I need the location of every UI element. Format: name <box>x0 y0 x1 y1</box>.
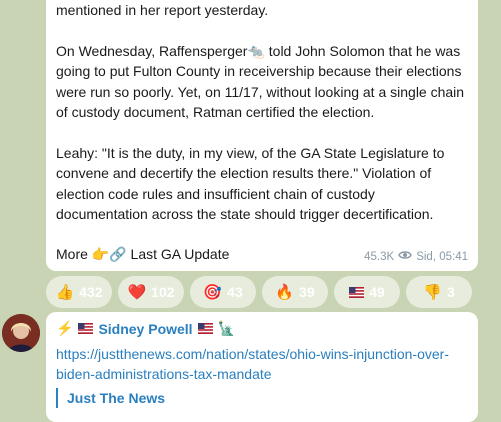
more-link[interactable]: More 👉🔗 Last GA Update <box>56 246 229 263</box>
author-time: Sid, 05:41 <box>416 250 468 263</box>
reaction-fire[interactable]: 🔥 39 <box>262 276 328 308</box>
reaction-count: 43 <box>227 284 243 300</box>
reaction-count: 102 <box>151 284 175 300</box>
reaction-count: 39 <box>299 284 315 300</box>
statue-of-liberty-icon: 🗽 <box>217 320 236 336</box>
reaction-count: 432 <box>79 284 103 300</box>
sender-name-text: Sidney Powell <box>98 320 193 337</box>
article-link[interactable]: https://justthenews.com/nation/states/oh… <box>56 344 468 384</box>
message-text: mentioned in her report yesterday. On We… <box>56 0 468 245</box>
message-paragraph-3: Leahy: "It is the duty, in my view, of t… <box>56 144 445 223</box>
reaction-thumbs-up[interactable]: 👍 432 <box>46 276 112 308</box>
fire-icon: 🔥 <box>275 284 295 301</box>
lightning-icon: ⚡ <box>56 320 74 336</box>
reactions-bar: 👍 432 ❤️ 102 🎯 43 🔥 39 49 👎 3 <box>46 276 478 308</box>
reaction-count: 3 <box>446 284 455 300</box>
us-flag-icon <box>349 284 365 301</box>
view-count: 45.3K <box>364 250 395 263</box>
avatar[interactable] <box>2 314 40 352</box>
us-flag-icon <box>78 323 94 334</box>
message-paragraph-2: On Wednesday, Raffensperger🐀 told John S… <box>56 42 465 121</box>
link-preview-site[interactable]: Just The News <box>56 388 165 408</box>
reaction-us-flag[interactable]: 49 <box>334 276 400 308</box>
reaction-heart[interactable]: ❤️ 102 <box>118 276 184 308</box>
message-meta: 45.3K Sid, 05:41 <box>364 250 468 263</box>
thumbs-up-icon: 👍 <box>55 284 75 301</box>
heart-icon: ❤️ <box>127 284 147 301</box>
thumbs-down-icon: 👎 <box>423 284 442 301</box>
message-paragraph-1: mentioned in her report yesterday. <box>56 2 269 18</box>
reaction-count: 49 <box>369 284 385 300</box>
reaction-target[interactable]: 🎯 43 <box>190 276 256 308</box>
sender-name[interactable]: ⚡ Sidney Powell 🗽 <box>56 320 235 337</box>
us-flag-icon <box>197 323 213 334</box>
message-bubble: ⚡ Sidney Powell 🗽 https://justthenews.co… <box>46 312 478 422</box>
eye-icon <box>398 250 412 263</box>
message-bubble: mentioned in her report yesterday. On We… <box>46 0 478 271</box>
reaction-thumbs-down[interactable]: 👎 3 <box>406 276 472 308</box>
target-icon: 🎯 <box>203 284 223 301</box>
